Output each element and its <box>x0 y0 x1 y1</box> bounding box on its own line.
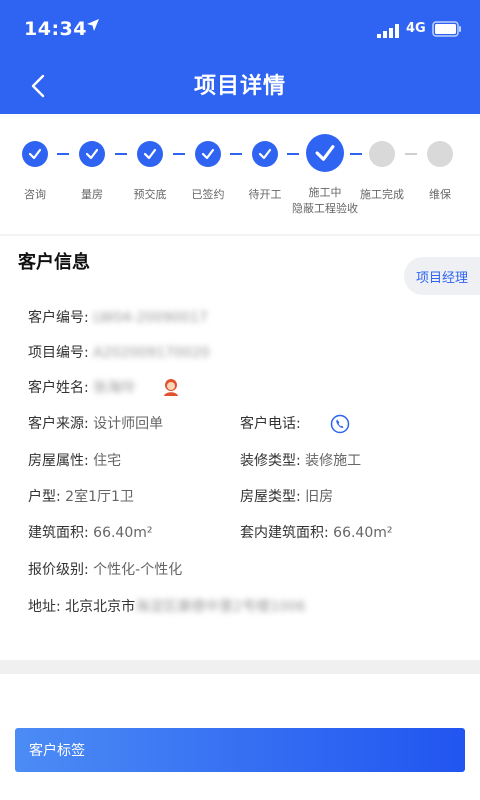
house-attr-value: 住宅 <box>93 453 122 469</box>
source-row: 客户来源: 设计师回单 <box>28 414 163 434</box>
tags-content <box>0 772 480 800</box>
page-title: 项目详情 <box>193 74 286 99</box>
field-label: 房屋属性: <box>28 453 89 469</box>
step-connector <box>405 153 417 155</box>
quote-level-row: 报价级别: 个性化-个性化 <box>28 560 182 580</box>
source-value: 设计师回单 <box>93 416 164 432</box>
customer-tags-header[interactable]: 客户标签 <box>15 728 465 772</box>
customer-name-value: 张海玲 <box>93 380 136 396</box>
field-label: 房屋类型: <box>240 489 301 505</box>
step-label: 维保 <box>429 188 451 201</box>
field-label: 装修类型: <box>240 453 301 469</box>
field-label: 项目编号: <box>28 345 89 361</box>
address-value-blurred: 海淀区康德中里2号楼1006 <box>135 599 306 615</box>
area-row: 建筑面积: 66.40m² <box>28 523 153 543</box>
project-manager-button[interactable]: 项目经理 <box>404 257 480 295</box>
step-label: 预交底 <box>133 188 167 201</box>
check-icon <box>258 148 272 160</box>
battery-icon <box>432 21 461 37</box>
layout-row: 户型: 2室1厅1卫 <box>28 487 134 507</box>
house-type-value: 旧房 <box>305 489 334 505</box>
phone-icon[interactable] <box>330 414 350 434</box>
house-type-row: 房屋类型: 旧房 <box>240 487 333 507</box>
address-value: 北京北京市 <box>65 599 136 615</box>
field-label: 报价级别: <box>28 562 89 578</box>
layout-value: 2室1厅1卫 <box>65 489 134 505</box>
step-connector <box>350 153 362 155</box>
phone-row: 客户电话: <box>240 414 301 434</box>
step-connector <box>230 153 242 155</box>
field-label: 户型: <box>28 489 61 505</box>
step-label: 咨询 <box>24 188 46 201</box>
step-label: 已签约 <box>191 188 225 201</box>
cellular-signal-icon <box>377 24 399 38</box>
project-no-row: 项目编号: A202009170020 <box>28 343 210 363</box>
field-label: 套内建筑面积: <box>240 525 329 541</box>
check-icon <box>28 148 42 160</box>
step-4-circle <box>195 141 221 167</box>
area-value: 66.40m² <box>93 525 153 541</box>
female-avatar-icon <box>164 379 178 396</box>
section-title-customer-info: 客户信息 <box>18 252 90 273</box>
status-bar: 14:34 4G <box>0 0 480 56</box>
step-connector <box>173 153 185 155</box>
step-2-circle <box>79 141 105 167</box>
field-label: 客户来源: <box>28 416 89 432</box>
check-icon <box>201 148 215 160</box>
step-5-circle <box>252 141 278 167</box>
project-no-value: A202009170020 <box>93 345 210 361</box>
step-label: 施工完成 <box>360 188 404 201</box>
decor-type-value: 装修施工 <box>305 453 362 469</box>
inner-area-row: 套内建筑面积: 66.40m² <box>240 523 393 543</box>
field-label: 客户电话: <box>240 416 301 432</box>
section-divider <box>0 660 480 674</box>
step-connector <box>287 153 299 155</box>
field-label: 建筑面积: <box>28 525 89 541</box>
step-8-circle <box>427 141 453 167</box>
status-time: 14:34 <box>24 18 87 40</box>
address-row: 地址: 北京北京市海淀区康德中里2号楼1006 <box>28 597 306 617</box>
step-7-circle <box>369 141 395 167</box>
step-6-circle-current <box>306 134 344 172</box>
customer-no-value: LW04-20090017 <box>93 310 208 326</box>
location-arrow-icon <box>87 19 99 31</box>
inner-area-value: 66.40m² <box>333 525 393 541</box>
app-header: 14:34 4G 项目详情 <box>0 0 480 114</box>
step-label: 量房 <box>81 188 103 201</box>
customer-name-row: 客户姓名: 张海玲 <box>28 378 135 398</box>
customer-no-row: 客户编号: LW04-20090017 <box>28 308 208 328</box>
divider <box>0 234 480 236</box>
check-icon <box>143 148 157 160</box>
field-label: 客户姓名: <box>28 380 89 396</box>
field-label: 客户编号: <box>28 310 89 326</box>
house-attr-row: 房屋属性: 住宅 <box>28 451 121 471</box>
step-connector <box>115 153 127 155</box>
network-type: 4G <box>406 21 426 36</box>
quote-level-value: 个性化-个性化 <box>93 562 183 578</box>
field-label: 地址: <box>28 599 61 615</box>
step-connector <box>57 153 69 155</box>
progress-steps: 咨询 量房 预交底 已签约 待开工 施工中 隐蔽工程验收 施工完成 维保 <box>0 114 480 234</box>
step-3-circle <box>137 141 163 167</box>
decor-type-row: 装修类型: 装修施工 <box>240 451 361 471</box>
check-icon <box>85 148 99 160</box>
step-1-circle <box>22 141 48 167</box>
check-icon <box>315 145 335 161</box>
